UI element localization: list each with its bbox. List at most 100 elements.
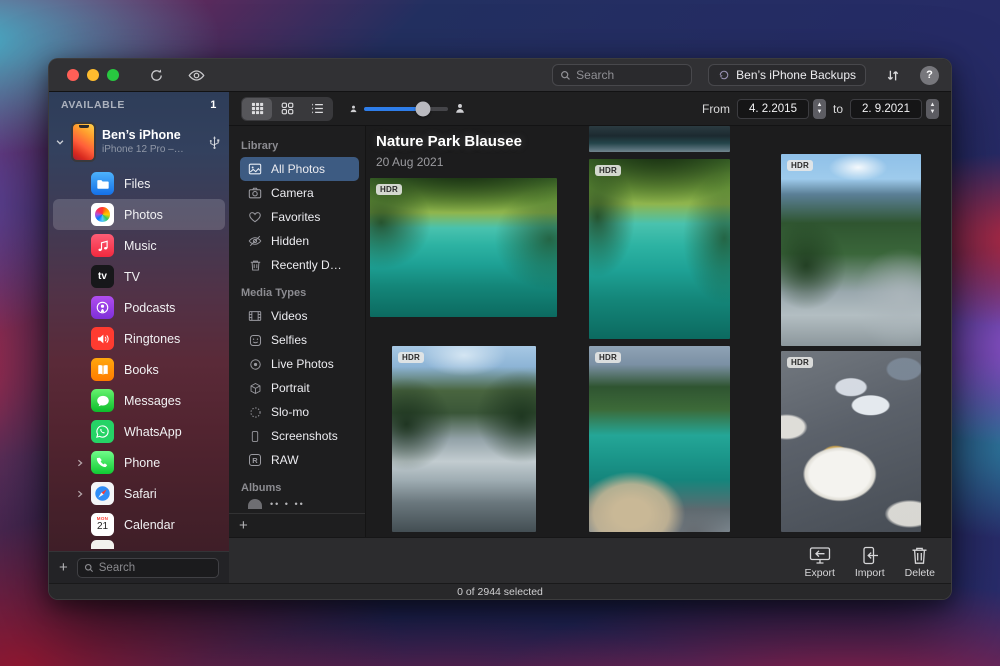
zoom-button[interactable] [107,69,119,81]
messages-icon [91,389,114,412]
chevron-right-icon[interactable] [76,490,84,498]
list-view-button[interactable] [302,98,332,120]
grid-view-button[interactable] [242,98,272,120]
hdr-badge: HDR [398,352,424,363]
iphone-device-icon [71,122,96,162]
sidebar-item-tv[interactable]: tv TV [53,261,225,292]
from-date-input[interactable]: 4. 2.2015 [737,99,809,119]
photo-thumbnail[interactable]: HDR [370,178,557,317]
eye-slash-icon [247,234,263,248]
delete-button[interactable]: Delete [905,546,935,579]
device-row[interactable]: Ben’s iPhone iPhone 12 Pro –… [49,118,229,166]
photo-thumbnail[interactable]: HDR [392,346,536,532]
filter-recently-deleted[interactable]: Recently D… [240,253,359,277]
group-date: 20 Aug 2021 [376,155,443,169]
hdr-badge: HDR [787,160,813,171]
filter-hidden[interactable]: Hidden [240,229,359,253]
export-icon [809,546,831,565]
device-sidebar: AVAILABLE 1 Ben’s iPhone iPhone 12 Pro –… [49,92,229,583]
add-album-button[interactable]: + [239,518,248,533]
slo-mo-icon [247,406,263,419]
tv-icon: tv [91,265,114,288]
hdr-badge: HDR [787,357,813,368]
filter-all-photos[interactable]: All Photos [240,157,359,181]
chevron-down-icon[interactable] [55,137,65,147]
slider-thumb[interactable] [415,101,430,116]
whatsapp-icon [91,420,114,443]
podcasts-icon [91,296,114,319]
safari-icon [91,482,114,505]
quick-look-button[interactable] [188,67,205,84]
import-button[interactable]: Import [855,546,885,579]
thumbnail-size-slider[interactable] [349,102,466,115]
filter-camera[interactable]: Camera [240,181,359,205]
device-name: Ben’s iPhone [102,128,184,144]
transfer-arrows-icon[interactable] [886,69,900,82]
calendar-icon: MON 21 [91,513,114,536]
hdr-badge: HDR [595,352,621,363]
sidebar-item-safari[interactable]: Safari [53,478,225,509]
media-types-section-title: Media Types [241,287,359,299]
available-count: 1 [210,99,217,111]
sidebar-search-placeholder: Search [99,562,135,574]
hdr-badge: HDR [595,165,621,176]
minimize-button[interactable] [87,69,99,81]
sidebar-item-calendar[interactable]: MON 21 Calendar [53,509,225,540]
search-icon [84,563,94,573]
usb-icon [208,135,221,150]
phone-frame-icon [247,430,263,443]
sidebar-item-partial [53,540,225,549]
filter-slo-mo[interactable]: Slo-mo [240,400,359,424]
smiley-icon [247,334,263,347]
close-button[interactable] [67,69,79,81]
sidebar-item-phone[interactable]: Phone [53,447,225,478]
sidebar-item-messages[interactable]: Messages [53,385,225,416]
photo-thumbnail[interactable]: HDR [589,159,730,339]
sidebar-bottom-bar: + Search [49,551,229,583]
backups-button[interactable]: Ben’s iPhone Backups [708,64,866,86]
photo-thumbnail[interactable]: HDR [781,351,921,532]
toolbar-search-field[interactable]: Search [552,64,692,86]
filter-favorites[interactable]: Favorites [240,205,359,229]
help-button[interactable]: ? [920,66,939,85]
sidebar-item-whatsapp[interactable]: WhatsApp [53,416,225,447]
from-label: From [702,102,730,116]
actions-toolbar: Export Import Delete [229,537,951,583]
photo-thumbnail[interactable] [589,126,730,152]
gallery-view-button[interactable] [272,98,302,120]
trash-icon [247,259,263,272]
titlebar: Search Ben’s iPhone Backups ? [49,59,951,92]
export-button[interactable]: Export [805,546,835,579]
filter-screenshots[interactable]: Screenshots [240,424,359,448]
available-header: AVAILABLE 1 [49,92,229,118]
sidebar-item-files[interactable]: Files [53,168,225,199]
sidebar-item-music[interactable]: Music [53,230,225,261]
app-list: Files Photos Music tv TV [49,166,229,551]
slider-track[interactable] [364,107,448,111]
search-icon [560,70,571,81]
chevron-right-icon[interactable] [76,459,84,467]
to-date-input[interactable]: 2. 9.2021 [850,99,922,119]
sidebar-item-books[interactable]: Books [53,354,225,385]
sidebar-item-ringtones[interactable]: Ringtones [53,323,225,354]
photo-grid: Nature Park Blausee 20 Aug 2021 HDR HDR … [366,126,951,537]
filter-live-photos[interactable]: Live Photos [240,352,359,376]
photo-thumbnail[interactable]: HDR [781,154,921,346]
phone-icon [91,451,114,474]
to-date-stepper[interactable]: ▲▼ [926,99,939,119]
filter-raw[interactable]: R RAW [240,448,359,472]
from-date-stepper[interactable]: ▲▼ [813,99,826,119]
albums-section-title: Albums [241,482,359,494]
filter-videos[interactable]: Videos [240,304,359,328]
filter-panel-footer: + [229,513,365,537]
filter-selfies[interactable]: Selfies [240,328,359,352]
refresh-button[interactable] [149,68,164,83]
sidebar-item-podcasts[interactable]: Podcasts [53,292,225,323]
sidebar-item-photos[interactable]: Photos [53,199,225,230]
sidebar-search-field[interactable]: Search [77,558,219,578]
live-photo-icon [247,358,263,371]
filter-portrait[interactable]: Portrait [240,376,359,400]
photo-filter-panel: Library All Photos Camera [229,126,366,537]
photo-thumbnail[interactable]: HDR [589,346,730,532]
add-device-button[interactable]: + [59,560,68,575]
